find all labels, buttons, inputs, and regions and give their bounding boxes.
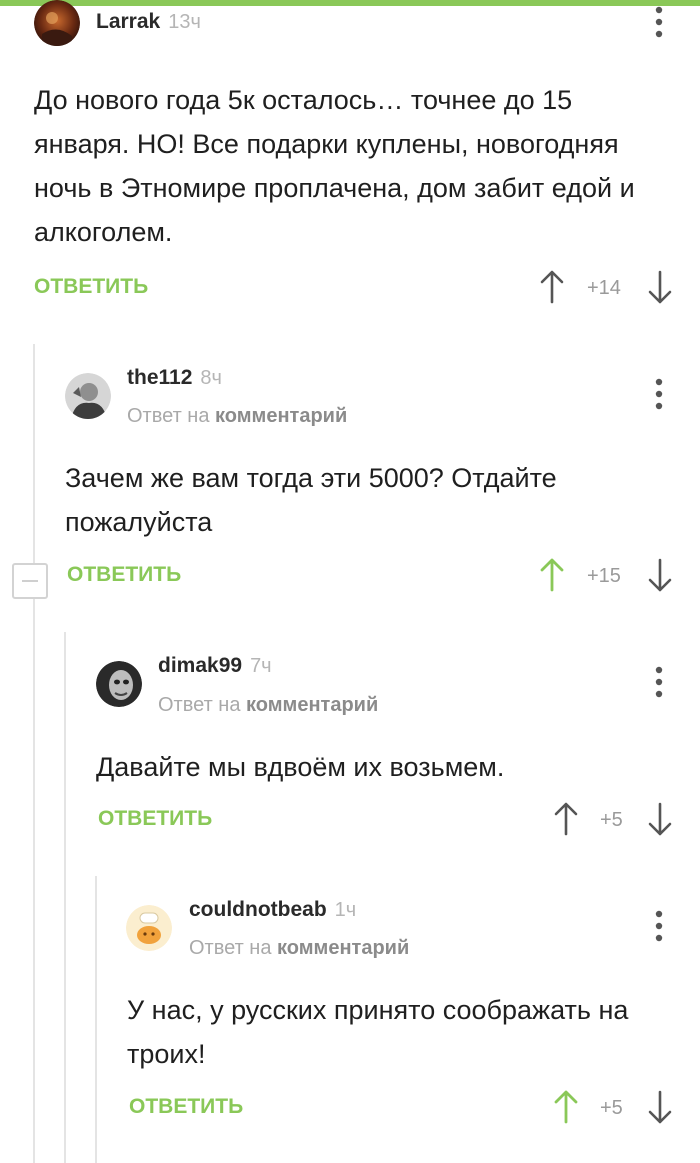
comment-time: 1ч <box>334 899 357 921</box>
reply-to-info: Ответ на комментарий <box>127 405 347 428</box>
collapse-thread-button[interactable] <box>12 563 48 599</box>
more-menu-icon[interactable] <box>652 665 666 699</box>
reply-to-info: Ответ на комментарий <box>158 694 378 717</box>
reply-to-info: Ответ на комментарий <box>189 937 409 960</box>
comment-time: 8ч <box>200 367 222 389</box>
reply-button[interactable]: ОТВЕТИТЬ <box>67 563 181 587</box>
comment-text: У нас, у русских принято соображать на т… <box>127 995 629 1069</box>
score: +15 <box>587 565 621 587</box>
reply-button[interactable]: ОТВЕТИТЬ <box>34 275 148 299</box>
comment-text: Зачем же вам тогда эти 5000? Отдайте пож… <box>65 463 557 537</box>
avatar-image <box>96 661 142 707</box>
upvote-arrow-icon[interactable] <box>539 558 565 592</box>
reply-to-prefix: Ответ на <box>158 694 241 716</box>
avatar[interactable] <box>34 0 80 46</box>
upvote-arrow-icon[interactable] <box>553 802 579 836</box>
username-text[interactable]: Larrak <box>96 10 160 33</box>
more-menu-icon[interactable] <box>652 909 666 943</box>
avatar[interactable] <box>126 905 172 951</box>
comment-text: Давайте мы вдвоём их возьмем. <box>96 752 505 782</box>
username[interactable]: Larrak 13ч <box>96 10 201 34</box>
reply-to-link[interactable]: комментарий <box>277 937 409 959</box>
thread-line-level-3 <box>95 876 97 1163</box>
downvote-arrow-icon[interactable] <box>647 802 673 836</box>
score: +5 <box>600 809 623 831</box>
username[interactable]: the112 8ч <box>127 366 222 390</box>
top-accent-bar <box>0 0 700 6</box>
score: +14 <box>587 277 621 299</box>
comment-text: До нового года 5к осталось… точнее до 15… <box>34 85 635 247</box>
username-text[interactable]: dimak99 <box>158 654 242 677</box>
downvote-arrow-icon[interactable] <box>647 1090 673 1124</box>
downvote-arrow-icon[interactable] <box>647 270 673 304</box>
more-menu-icon[interactable] <box>652 377 666 411</box>
score: +5 <box>600 1097 623 1119</box>
avatar-image <box>65 373 111 419</box>
comment-time: 7ч <box>250 655 272 677</box>
avatar[interactable] <box>65 373 111 419</box>
username-text[interactable]: the112 <box>127 366 192 389</box>
comment-time: 13ч <box>168 11 201 33</box>
upvote-arrow-icon[interactable] <box>539 270 565 304</box>
username-text[interactable]: couldnotbeab <box>189 898 327 921</box>
avatar-image <box>126 905 172 951</box>
reply-to-prefix: Ответ на <box>127 405 210 427</box>
reply-button[interactable]: ОТВЕТИТЬ <box>98 807 212 831</box>
upvote-arrow-icon[interactable] <box>553 1090 579 1124</box>
username[interactable]: dimak99 7ч <box>158 654 272 678</box>
avatar[interactable] <box>96 661 142 707</box>
downvote-arrow-icon[interactable] <box>647 558 673 592</box>
avatar-image <box>34 0 80 46</box>
thread-line-level-2 <box>64 632 66 1163</box>
reply-button[interactable]: ОТВЕТИТЬ <box>129 1095 243 1119</box>
reply-to-prefix: Ответ на <box>189 937 272 959</box>
username[interactable]: couldnotbeab 1ч <box>189 898 356 922</box>
reply-to-link[interactable]: комментарий <box>246 694 378 716</box>
more-menu-icon[interactable] <box>652 5 666 39</box>
thread-line-level-1 <box>33 344 35 1163</box>
reply-to-link[interactable]: комментарий <box>215 405 347 427</box>
